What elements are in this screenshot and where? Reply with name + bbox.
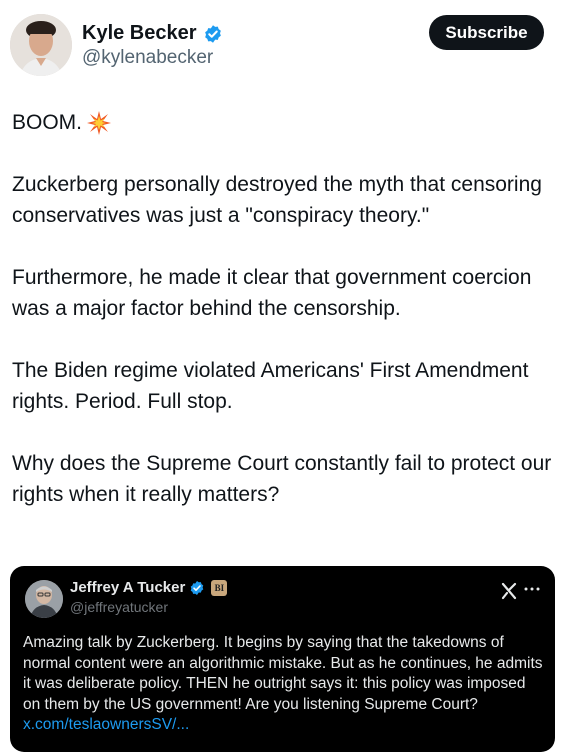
avatar[interactable] — [10, 14, 72, 76]
subscribe-button[interactable]: Subscribe — [429, 15, 544, 50]
quoted-body: Amazing talk by Zuckerberg. It begins by… — [23, 634, 543, 713]
boom-text: BOOM. — [12, 111, 83, 134]
grok-icon[interactable] — [500, 582, 518, 606]
author-row: Kyle Becker — [82, 22, 223, 45]
quoted-author-row: Jeffrey A Tucker BI — [70, 579, 228, 596]
author-handle[interactable]: @kylenabecker — [82, 47, 213, 69]
verified-badge-icon — [204, 24, 221, 43]
quoted-author-name[interactable]: Jeffrey A Tucker — [70, 579, 185, 596]
quoted-post[interactable]: Jeffrey A Tucker BI @jeffreyatucker Amaz… — [10, 566, 555, 752]
quoted-link[interactable]: x.com/teslaownersSV/... — [23, 716, 189, 733]
quoted-avatar[interactable] — [25, 580, 63, 618]
post-paragraph: Why does the Supreme Court constantly fa… — [12, 452, 552, 506]
post-header: Kyle Becker @kylenabecker Subscribe — [0, 0, 568, 90]
affiliate-badge-icon: BI — [211, 579, 228, 596]
verified-badge-icon — [191, 580, 204, 595]
post-paragraph: Furthermore, he made it clear that gover… — [12, 266, 532, 320]
quoted-author-handle[interactable]: @jeffreyatucker — [70, 599, 168, 615]
post-body: BOOM. Zuckerberg personally destroyed th… — [12, 107, 557, 541]
post-opening: BOOM. — [12, 107, 557, 138]
more-icon[interactable] — [523, 580, 541, 603]
quoted-text: Amazing talk by Zuckerberg. It begins by… — [23, 633, 545, 736]
collision-icon — [87, 110, 112, 135]
post-paragraph: Zuckerberg personally destroyed the myth… — [12, 173, 542, 227]
author-name[interactable]: Kyle Becker — [82, 22, 197, 45]
post-paragraph: The Biden regime violated Americans' Fir… — [12, 359, 529, 413]
